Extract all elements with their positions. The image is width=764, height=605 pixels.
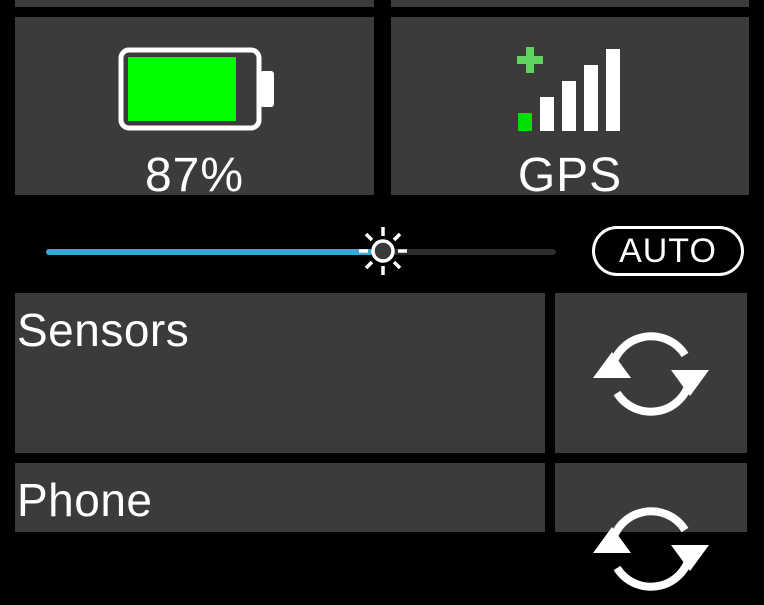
- sun-icon[interactable]: [358, 225, 408, 277]
- gps-tile[interactable]: GPS: [391, 17, 749, 200]
- sensors-sync-button[interactable]: [555, 293, 747, 453]
- brightness-row: AUTO: [0, 205, 764, 289]
- battery-icon: [118, 47, 274, 131]
- top-left-tile[interactable]: [15, 0, 374, 7]
- brightness-fill: [46, 249, 378, 255]
- battery-tile[interactable]: 87%: [15, 17, 374, 200]
- auto-brightness-button[interactable]: AUTO: [592, 226, 744, 276]
- sensors-label: Sensors: [17, 304, 190, 356]
- brightness-slider[interactable]: [46, 249, 556, 255]
- sync-icon: [593, 332, 709, 416]
- gps-signal-icon: [517, 47, 620, 131]
- battery-percent: 87%: [144, 149, 245, 202]
- sensors-tile[interactable]: Sensors: [15, 293, 545, 453]
- sync-icon: [593, 507, 709, 591]
- gps-label: GPS: [517, 149, 623, 202]
- phone-tile[interactable]: Phone: [15, 463, 545, 532]
- phone-label: Phone: [17, 474, 153, 526]
- phone-sync-button[interactable]: [555, 463, 747, 591]
- top-right-tile[interactable]: [391, 0, 749, 7]
